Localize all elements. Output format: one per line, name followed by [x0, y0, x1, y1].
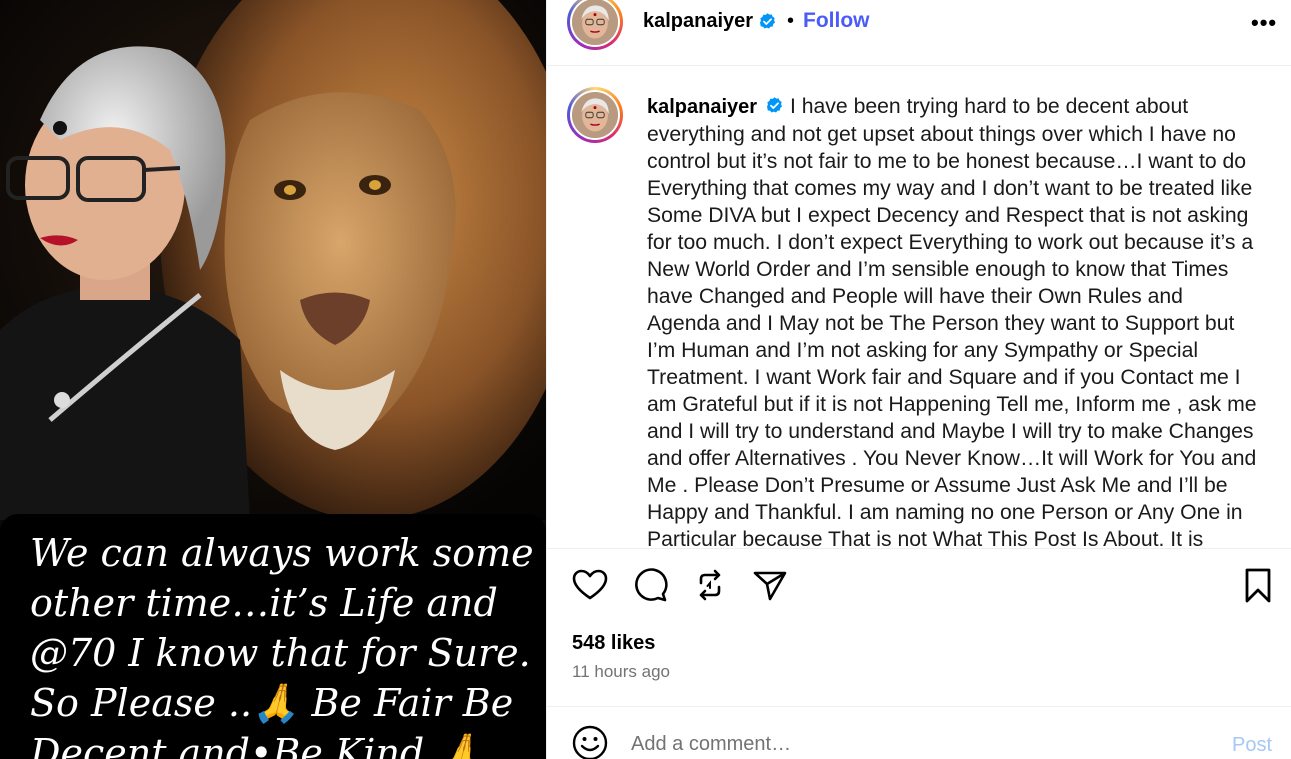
post-timestamp[interactable]: 11 hours ago [572, 662, 670, 682]
overlay-line: @70 I know that for Sure. [30, 631, 531, 675]
separator-dot: • [787, 10, 795, 32]
caption-body: I have been trying hard to be decent abo… [647, 95, 1257, 549]
comment-composer: Post [547, 706, 1291, 759]
likes-count[interactable]: 548 likes [572, 632, 655, 655]
repost-icon [699, 569, 721, 601]
repost-button[interactable] [690, 565, 730, 605]
emoji-icon[interactable] [571, 724, 609, 759]
caption-author-avatar[interactable] [567, 87, 623, 143]
caption-text: kalpanaiyer I have been trying hard to b… [647, 93, 1259, 549]
avatar-image [572, 92, 618, 138]
overlay-line: Decent and•Be Kind 🙏 [30, 731, 484, 759]
more-options-icon[interactable]: ••• [1251, 10, 1277, 36]
overlay-line: other time…it’s Life and [30, 581, 498, 625]
overlay-line: So Please ..🙏 Be Fair Be [30, 681, 514, 725]
caption-section[interactable]: kalpanaiyer I have been trying hard to b… [547, 67, 1291, 549]
post-comment-button[interactable]: Post [1232, 734, 1272, 757]
like-button[interactable] [570, 565, 610, 605]
caption-username[interactable]: kalpanaiyer [647, 96, 757, 118]
post-image [0, 0, 546, 520]
heart-icon [572, 569, 608, 600]
action-bar [547, 565, 1291, 611]
share-icon [753, 571, 787, 601]
post-media[interactable]: We can always work some other time…it’s … [0, 0, 546, 759]
image-text-overlay: We can always work some other time…it’s … [0, 514, 546, 759]
overlay-line: We can always work some [30, 531, 534, 575]
verified-badge-icon [759, 13, 776, 29]
author-username[interactable]: kalpanaiyer [643, 10, 753, 33]
comment-input[interactable] [631, 733, 1191, 756]
follow-button[interactable]: Follow [803, 9, 870, 33]
save-button[interactable] [1238, 565, 1278, 605]
verified-badge-icon [766, 97, 782, 113]
author-avatar[interactable] [567, 0, 623, 50]
avatar-image [572, 0, 618, 45]
bookmark-icon [1245, 568, 1271, 603]
post-detail-panel: kalpanaiyer • Follow ••• kalpanaiyer I h… [546, 0, 1291, 759]
post-header: kalpanaiyer • Follow ••• [547, 0, 1291, 66]
share-button[interactable] [750, 565, 790, 605]
comment-button[interactable] [630, 565, 670, 605]
comment-icon [635, 568, 668, 602]
